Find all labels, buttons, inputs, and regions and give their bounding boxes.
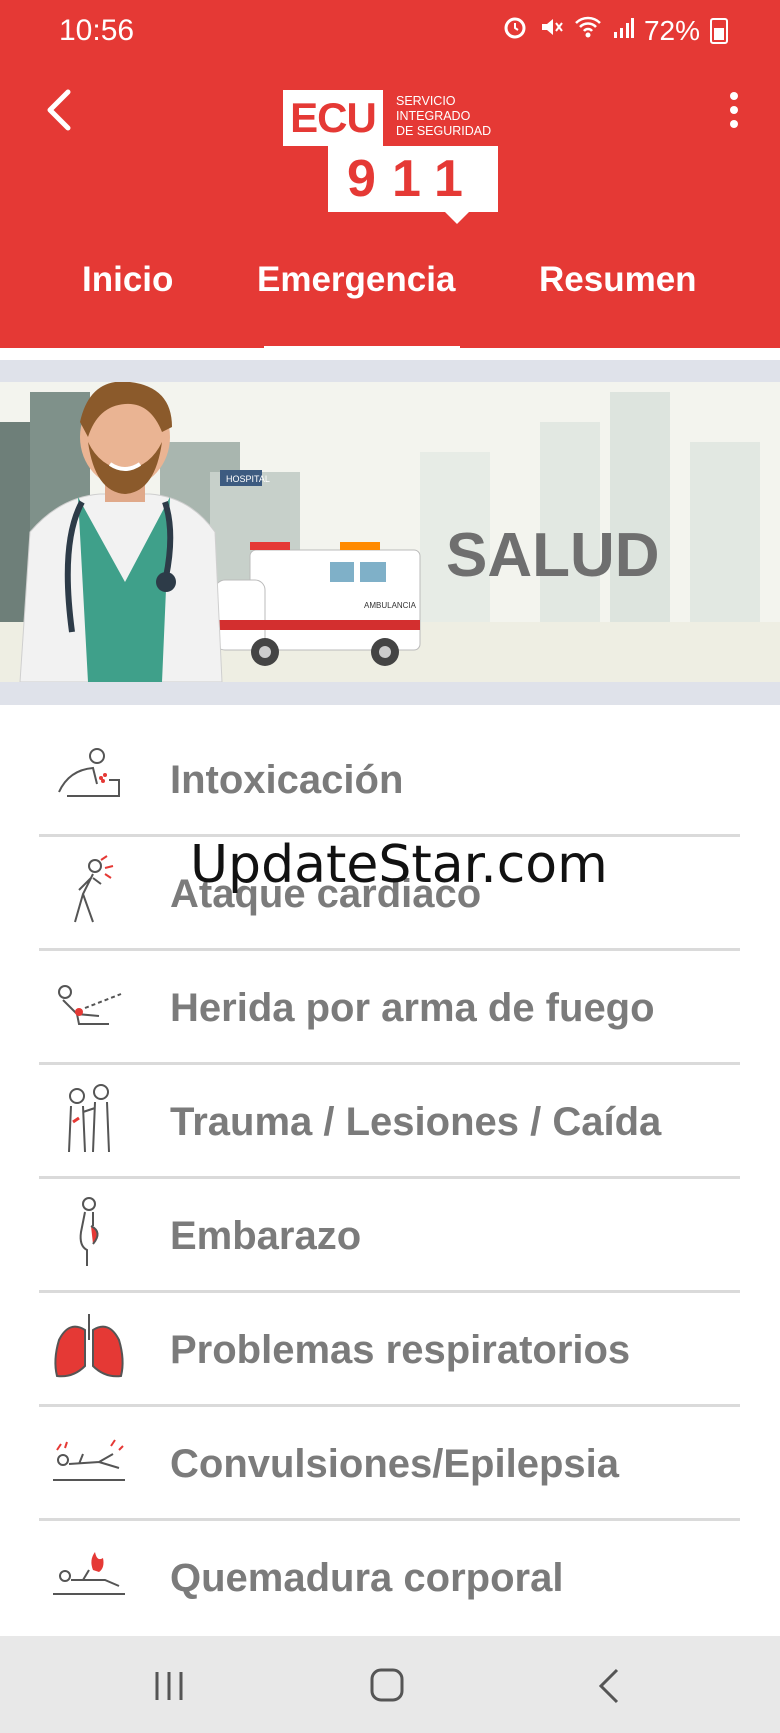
battery-percent: 72% — [643, 14, 700, 46]
trauma-icon — [68, 1084, 110, 1152]
gunshot-wound-icon — [58, 985, 122, 1025]
logo-bubble-tail — [443, 210, 471, 224]
tab-bar: Inicio Emergencia Resumen — [0, 250, 780, 310]
recent-apps-button[interactable] — [145, 1666, 195, 1706]
item-label: Intoxicación — [170, 758, 404, 802]
list-item[interactable]: Convulsiones/Epilepsia — [39, 1404, 740, 1521]
back-button[interactable] — [40, 88, 80, 132]
wifi-icon — [574, 14, 602, 47]
item-label: Convulsiones/Epilepsia — [170, 1442, 620, 1486]
battery-icon — [710, 17, 728, 44]
back-arrow-icon — [598, 1668, 619, 1704]
lungs-icon — [54, 1314, 124, 1378]
poisoning-icon — [58, 748, 120, 797]
alarm-icon — [502, 14, 528, 47]
pregnancy-icon — [79, 1197, 99, 1266]
item-label: Problemas respiratorios — [170, 1328, 631, 1372]
seizure-icon — [53, 1439, 125, 1481]
mute-icon — [538, 14, 564, 47]
home-button[interactable] — [362, 1666, 412, 1706]
chevron-left-icon — [47, 89, 71, 131]
home-icon — [370, 1668, 404, 1702]
heart-attack-icon — [74, 855, 114, 923]
tab-emergencia[interactable]: Emergencia — [257, 260, 455, 300]
item-label: Trauma / Lesiones / Caída — [170, 1100, 662, 1144]
overflow-menu-icon[interactable] — [728, 92, 740, 132]
logo-ecu: ECU — [283, 90, 383, 146]
app-bar: 10:56 72% ECU SERVICIO INTEGRADO DE SEGU… — [0, 0, 780, 352]
item-label: Embarazo — [170, 1214, 362, 1258]
logo-service-line: SERVICIO — [396, 94, 456, 108]
list-item[interactable]: Intoxicación — [39, 720, 740, 837]
tab-indicator — [264, 346, 460, 352]
system-nav-bar — [0, 1636, 780, 1733]
status-time: 10:56 — [59, 14, 135, 47]
logo-service-line: INTEGRADO — [396, 109, 471, 123]
list-item[interactable]: Trauma / Lesiones / Caída — [39, 1062, 740, 1179]
tab-resumen[interactable]: Resumen — [539, 260, 697, 300]
divider — [0, 682, 780, 705]
status-bar: 10:56 72% — [0, 0, 780, 70]
system-back-button[interactable] — [585, 1666, 635, 1706]
divider — [0, 360, 780, 382]
signal-icon — [612, 15, 634, 47]
tab-inicio[interactable]: Inicio — [82, 260, 173, 300]
logo-service-line: DE SEGURIDAD — [396, 124, 492, 138]
item-label: Quemadura corporal — [170, 1556, 564, 1600]
salud-banner: HOSPITAL AMBULANCIA SALUD — [0, 382, 780, 682]
list-item[interactable]: Quemadura corporal — [39, 1518, 740, 1632]
item-label: Herida por arma de fuego — [170, 986, 655, 1030]
ambulance-label: AMBULANCIA — [364, 601, 417, 610]
banner-title: SALUD — [446, 521, 660, 590]
list-item[interactable]: Herida por arma de fuego — [39, 948, 740, 1065]
logo-service-text: SERVICIO INTEGRADO DE SEGURIDAD — [396, 94, 506, 139]
status-icons: 72% — [502, 14, 728, 47]
list-item[interactable]: Embarazo — [39, 1176, 740, 1293]
ecu911-logo: ECU SERVICIO INTEGRADO DE SEGURIDAD 911 — [283, 90, 498, 224]
recents-icon — [155, 1672, 183, 1700]
burn-icon — [53, 1552, 125, 1595]
logo-number: 911 — [328, 146, 498, 212]
list-item[interactable]: Problemas respiratorios — [39, 1290, 740, 1407]
watermark: UpdateStar.com — [190, 835, 608, 895]
banner-illustration: HOSPITAL AMBULANCIA — [0, 382, 780, 682]
hospital-sign: HOSPITAL — [226, 474, 270, 484]
